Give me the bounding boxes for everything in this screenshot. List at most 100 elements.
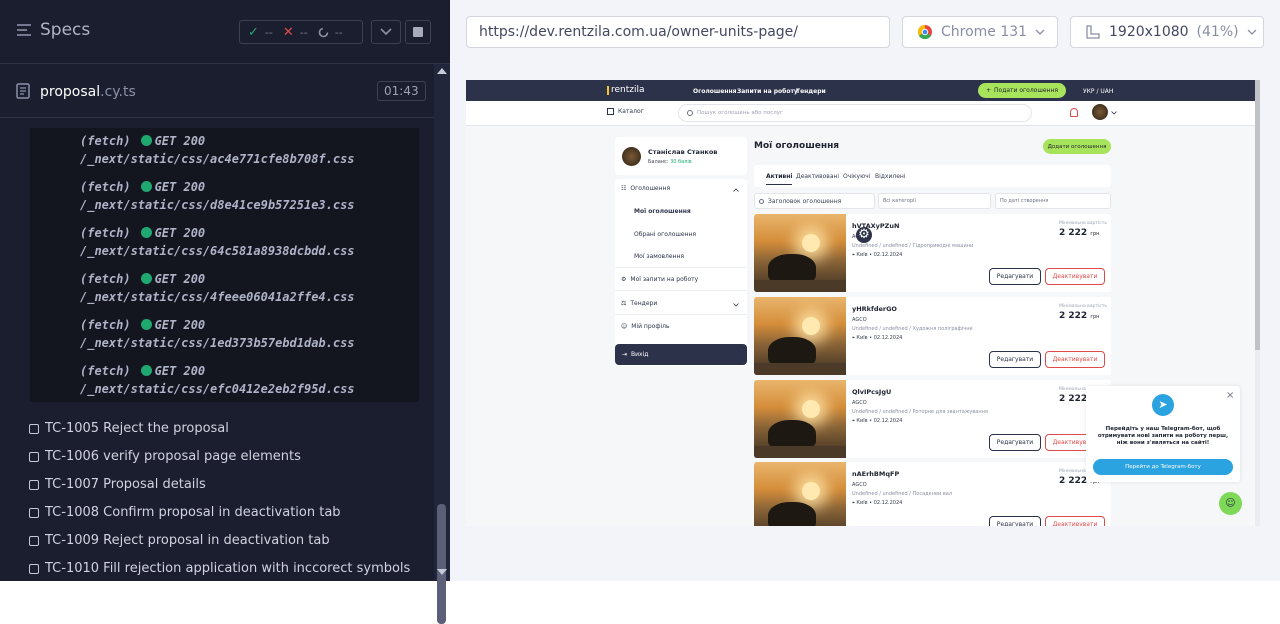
listing-title[interactable]: yHRkfderGO xyxy=(852,305,897,313)
sidebar-item-favorites[interactable]: Обрані оголошення xyxy=(634,231,696,238)
log-entry[interactable]: (fetch) GET 200 xyxy=(80,318,205,332)
sidebar-item-profile[interactable]: ☺ Мій профіль xyxy=(621,323,670,330)
test-item[interactable]: TC-1005 Reject the proposal xyxy=(29,421,229,436)
chevron-down-icon xyxy=(733,303,739,307)
collapse-button[interactable] xyxy=(371,20,401,44)
pending-stat: -- xyxy=(318,26,343,39)
close-icon[interactable]: × xyxy=(1226,390,1234,401)
deactivate-button[interactable]: Деактивувати xyxy=(1045,516,1105,526)
stop-icon xyxy=(413,27,423,37)
chevron-down-icon[interactable] xyxy=(1111,111,1117,115)
sidebar-item-orders[interactable]: Мої замовлення xyxy=(634,253,684,260)
edit-button[interactable]: Редагувати xyxy=(989,516,1041,526)
menu-divider xyxy=(615,314,747,315)
listing-card[interactable]: nAErhBMqFP AGCO Undefined / undefined / … xyxy=(754,462,1111,526)
listing-photo xyxy=(754,297,846,375)
user-name: Станіслав Станков xyxy=(648,148,718,156)
log-path: /_next/static/css/1ed373b57ebd1dab.css xyxy=(80,336,355,350)
filter-title-input[interactable]: Заголовок оголошення xyxy=(754,193,875,209)
search-icon xyxy=(759,198,764,204)
test-item[interactable]: TC-1009 Reject proposal in deactivation … xyxy=(29,533,330,548)
user-avatar xyxy=(622,147,641,166)
logout-icon: ⇥ xyxy=(622,351,628,358)
telegram-button[interactable]: Перейти до Telegram-боту xyxy=(1093,459,1233,475)
log-path: /_next/static/css/efc0412e2eb2f95d.css xyxy=(80,382,355,396)
avatar[interactable] xyxy=(1092,104,1108,120)
post-ad-button[interactable]: + Подати оголошення xyxy=(978,83,1066,98)
catalog-button[interactable]: Каталог xyxy=(607,108,644,115)
chat-button[interactable]: ☺ xyxy=(1219,492,1242,515)
tab-pending[interactable]: Очікуючі xyxy=(843,173,870,180)
language-selector[interactable]: УКР / UAH xyxy=(1083,88,1113,95)
nav-tenders[interactable]: Тендери xyxy=(796,88,826,95)
log-entry[interactable]: (fetch) GET 200 xyxy=(80,226,205,240)
logout-button[interactable]: ⇥ Вихід xyxy=(615,344,747,365)
deactivate-button[interactable]: Деактивувати xyxy=(1045,351,1105,368)
app-scroll-thumb[interactable] xyxy=(1255,80,1260,350)
sidebar-item-requests[interactable]: ⚙ Мої запити на роботу xyxy=(621,276,698,283)
viewport-selector[interactable]: 1920x1080 (41%) xyxy=(1070,16,1264,48)
price-label: Мінімальна вартість xyxy=(1059,221,1108,226)
runner-panel: Specs ✓ -- ✕ -- -- proposal.cy.ts 01:43 (f… xyxy=(0,0,450,624)
status-dot-icon xyxy=(140,319,152,330)
log-entry[interactable]: (fetch) GET 200 xyxy=(80,272,205,286)
test-item[interactable]: TC-1008 Confirm proposal in deactivation… xyxy=(29,505,341,520)
filter-category-select[interactable]: Всі категорії xyxy=(878,193,991,209)
listing-card[interactable]: QlvIPcsJgU AGCO Undefined / undefined / … xyxy=(754,380,1111,458)
runner-scrollbar[interactable] xyxy=(434,64,450,624)
scroll-thumb[interactable] xyxy=(437,504,446,624)
log-entry[interactable]: (fetch) GET 200 xyxy=(80,134,205,148)
listing-card[interactable]: yHRkfderGO AGCO Undefined / undefined / … xyxy=(754,297,1111,375)
sidebar-item-tenders[interactable]: ⚖ Тендери xyxy=(621,300,657,307)
listing-card[interactable]: hVTAXyPZuN AGCO Undefined / undefined / … xyxy=(754,214,1111,292)
listing-brand: AGCO xyxy=(852,482,867,488)
sidebar-item-ads[interactable]: ☷ Оголошення xyxy=(621,185,670,192)
tab-deactivated[interactable]: Деактивовані xyxy=(796,173,839,180)
listing-title[interactable]: nAErhBMqFP xyxy=(852,470,899,478)
test-status-icon xyxy=(29,507,39,518)
site-search-input[interactable]: Пошук оголошень або послуг xyxy=(678,104,1032,122)
listing-photo xyxy=(754,214,846,292)
tab-rejected[interactable]: Відхилені xyxy=(875,173,906,180)
price-label: Мінімальна вартість xyxy=(1059,304,1108,309)
test-item[interactable]: TC-1010 Fill rejection application with … xyxy=(29,561,410,576)
scroll-down-icon[interactable] xyxy=(437,569,447,575)
log-path: /_next/static/css/4feee06041a2ffe4.css xyxy=(80,290,355,304)
listing-location: ⌖ Київ • 02.12.2024 xyxy=(852,335,903,341)
listing-title[interactable]: QlvIPcsJgU xyxy=(852,388,891,396)
tab-active[interactable]: Активні xyxy=(766,173,793,185)
specs-label: Specs xyxy=(40,20,91,40)
listing-location: ⌖ Київ • 02.12.2024 xyxy=(852,418,903,424)
nav-ads[interactable]: Оголошення xyxy=(693,88,736,95)
spec-file-row[interactable]: proposal.cy.ts 01:43 xyxy=(0,64,434,118)
edit-button[interactable]: Редагувати xyxy=(989,268,1041,285)
bell-icon[interactable] xyxy=(1070,108,1078,117)
browser-selector[interactable]: Chrome 131 xyxy=(902,16,1058,48)
add-ad-button[interactable]: Додати оголошення xyxy=(1043,139,1111,154)
app-under-test: rentzila Оголошення Запити на роботу Тен… xyxy=(466,80,1260,526)
log-entry[interactable]: (fetch) GET 200 xyxy=(80,364,205,378)
deactivate-button[interactable]: Деактивувати xyxy=(1045,268,1105,285)
app-scrollbar[interactable] xyxy=(1255,80,1260,526)
edit-button[interactable]: Редагувати xyxy=(989,434,1041,451)
loading-spinner-icon: ⚙ xyxy=(856,227,872,243)
site-logo[interactable]: rentzila xyxy=(607,85,645,95)
listing-location: ⌖ Київ • 02.12.2024 xyxy=(852,500,903,506)
sidebar-item-my-ads[interactable]: Мої оголошення xyxy=(634,208,691,215)
chevron-down-icon xyxy=(380,28,392,36)
specs-toggle[interactable]: Specs xyxy=(16,20,90,40)
stop-button[interactable] xyxy=(405,20,431,44)
url-bar[interactable]: https://dev.rentzila.com.ua/owner-units-… xyxy=(466,16,890,48)
nav-requests[interactable]: Запити на роботу xyxy=(737,88,798,95)
log-entry[interactable]: (fetch) GET 200 xyxy=(80,180,205,194)
test-item[interactable]: TC-1007 Proposal details xyxy=(29,477,206,492)
filter-sort-select[interactable]: По даті створення xyxy=(995,193,1111,209)
search-icon xyxy=(687,110,693,116)
test-status-icon xyxy=(29,423,39,434)
telegram-popup: × ➤ Перейдіть у наш Telegram-бот, щоб от… xyxy=(1086,386,1240,482)
edit-button[interactable]: Редагувати xyxy=(989,351,1041,368)
test-item[interactable]: TC-1006 verify proposal page elements xyxy=(29,449,301,464)
scroll-up-icon[interactable] xyxy=(437,68,447,74)
log-path: /_next/static/css/ac4e771cfe8b708f.css xyxy=(80,152,355,166)
user-icon: ☺ xyxy=(621,323,628,330)
